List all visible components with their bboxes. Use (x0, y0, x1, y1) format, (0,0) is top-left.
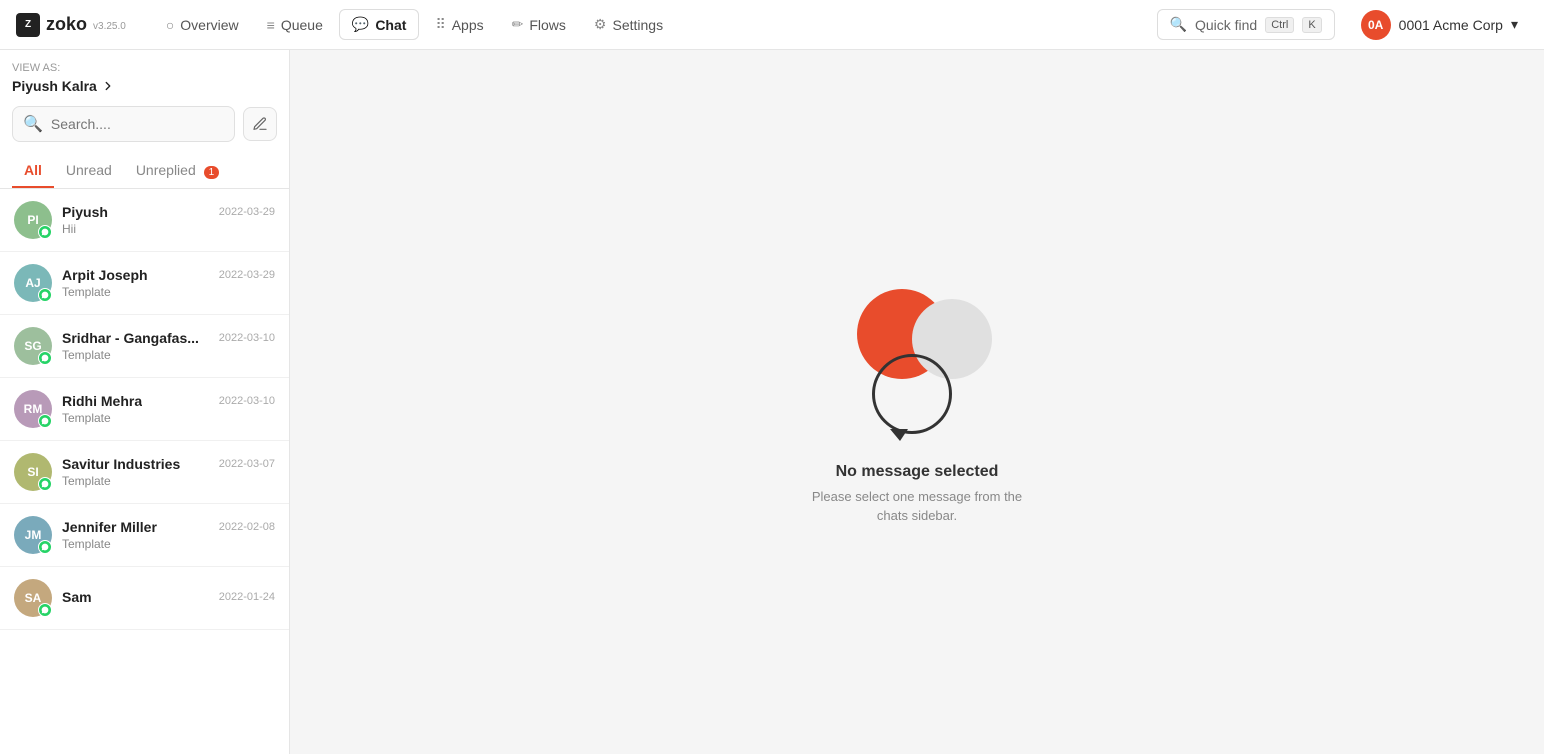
avatar: JM (14, 516, 52, 554)
tab-unread[interactable]: Unread (54, 154, 124, 188)
search-bar[interactable]: 🔍 (12, 106, 235, 142)
queue-icon: ≡ (267, 17, 275, 33)
avatar: RM (14, 390, 52, 428)
compose-button[interactable] (243, 107, 277, 141)
whatsapp-badge (38, 603, 52, 617)
apps-icon: ⠿ (435, 16, 445, 33)
chat-item[interactable]: AJ Arpit Joseph 2022-03-29 Template (0, 252, 289, 315)
overview-icon: ○ (166, 17, 174, 33)
avatar: SG (14, 327, 52, 365)
avatar: AJ (14, 264, 52, 302)
main-layout: VIEW AS: Piyush Kalra 🔍 All Unrea (0, 50, 1544, 754)
search-row: 🔍 (12, 106, 277, 142)
search-icon: 🔍 (1170, 16, 1187, 33)
chat-tabs: All Unread Unreplied 1 (0, 154, 289, 189)
logo-text: zoko (46, 14, 87, 35)
chat-item[interactable]: PI Piyush 2022-03-29 Hii (0, 189, 289, 252)
chat-item[interactable]: SI Savitur Industries 2022-03-07 Templat… (0, 441, 289, 504)
chat-item[interactable]: SA Sam 2022-01-24 (0, 567, 289, 630)
chevron-right-icon (101, 79, 115, 93)
search-icon: 🔍 (23, 114, 43, 134)
bubble-outline (872, 354, 952, 434)
flows-icon: ✏ (512, 16, 524, 33)
nav-apps[interactable]: ⠿ Apps (423, 10, 495, 39)
logo-icon: Z (16, 13, 40, 37)
avatar: PI (14, 201, 52, 239)
nav-chat[interactable]: 💬 Chat (339, 9, 420, 40)
avatar: SA (14, 579, 52, 617)
unreplied-badge: 1 (204, 166, 220, 179)
account-button[interactable]: 0A 0001 Acme Corp ▾ (1351, 6, 1528, 44)
chat-sidebar: VIEW AS: Piyush Kalra 🔍 All Unrea (0, 50, 290, 754)
view-as-name[interactable]: Piyush Kalra (12, 78, 277, 94)
nav-queue[interactable]: ≡ Queue (255, 11, 335, 39)
chat-item[interactable]: JM Jennifer Miller 2022-02-08 Template (0, 504, 289, 567)
chat-info: Sam 2022-01-24 (62, 589, 275, 607)
chat-info: Piyush 2022-03-29 Hii (62, 204, 275, 236)
sidebar-top: VIEW AS: Piyush Kalra 🔍 (0, 50, 289, 154)
compose-icon (252, 116, 268, 132)
whatsapp-badge (38, 225, 52, 239)
nav-overview[interactable]: ○ Overview (154, 11, 251, 39)
chevron-down-icon: ▾ (1511, 16, 1518, 33)
avatar: SI (14, 453, 52, 491)
topnav: Z zoko v3.25.0 ○ Overview ≡ Queue 💬 Chat… (0, 0, 1544, 50)
logo-version: v3.25.0 (93, 21, 126, 32)
nav-flows[interactable]: ✏ Flows (500, 10, 578, 39)
tab-unreplied[interactable]: Unreplied 1 (124, 154, 231, 188)
settings-icon: ⚙ (594, 16, 607, 33)
empty-state: No message selected Please select one me… (812, 279, 1022, 526)
empty-state-subtitle: Please select one message from thechats … (812, 487, 1022, 526)
logo: Z zoko v3.25.0 (16, 13, 126, 37)
whatsapp-badge (38, 288, 52, 302)
chat-icon: 💬 (352, 16, 369, 33)
empty-state-title: No message selected (812, 463, 1022, 481)
whatsapp-badge (38, 414, 52, 428)
chat-info: Arpit Joseph 2022-03-29 Template (62, 267, 275, 299)
chat-item[interactable]: RM Ridhi Mehra 2022-03-10 Template (0, 378, 289, 441)
chat-info: Ridhi Mehra 2022-03-10 Template (62, 393, 275, 425)
whatsapp-badge (38, 477, 52, 491)
chat-illustration (837, 279, 997, 439)
chat-info: Savitur Industries 2022-03-07 Template (62, 456, 275, 488)
chat-info: Sridhar - Gangafas... 2022-03-10 Templat… (62, 330, 275, 362)
whatsapp-badge (38, 351, 52, 365)
search-input[interactable] (51, 116, 224, 132)
account-avatar: 0A (1361, 10, 1391, 40)
quick-find-button[interactable]: 🔍 Quick find Ctrl K (1157, 9, 1335, 40)
chat-info: Jennifer Miller 2022-02-08 Template (62, 519, 275, 551)
whatsapp-badge (38, 540, 52, 554)
chat-item[interactable]: SG Sridhar - Gangafas... 2022-03-10 Temp… (0, 315, 289, 378)
nav-settings[interactable]: ⚙ Settings (582, 10, 675, 39)
tab-all[interactable]: All (12, 154, 54, 188)
main-content: No message selected Please select one me… (290, 50, 1544, 754)
chat-list: PI Piyush 2022-03-29 Hii AJ (0, 189, 289, 754)
view-as-label: VIEW AS: (12, 62, 277, 74)
